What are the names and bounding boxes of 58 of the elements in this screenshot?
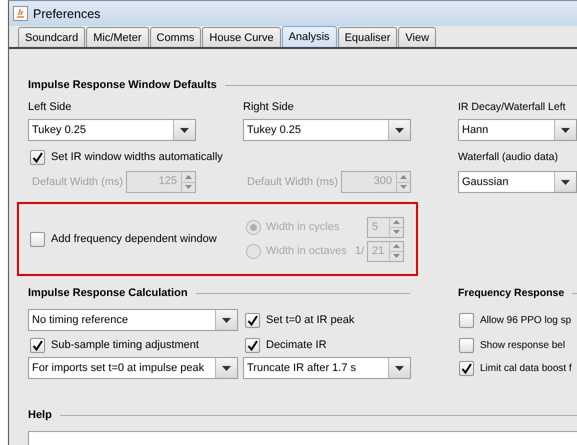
tab[interactable]: Analysis: [282, 26, 337, 47]
up-arrow-icon[interactable]: [393, 220, 400, 224]
caret-icon: [222, 318, 231, 322]
tab[interactable]: Mic/Meter: [86, 27, 148, 47]
section-title: Help: [28, 409, 52, 421]
caret-icon: [222, 366, 231, 370]
field-label: Right Side: [243, 101, 295, 113]
window-title: Preferences: [33, 6, 100, 20]
field-label: IR Decay/Waterfall Left: [458, 101, 567, 113]
field-label: Left Side: [28, 101, 72, 113]
checkbox[interactable]: [30, 338, 45, 352]
tab[interactable]: Soundcard: [18, 27, 86, 47]
section-title: Impulse Response Window Defaults: [28, 79, 217, 91]
section-title: Frequency Response: [458, 287, 564, 299]
checkbox-label: Sub-sample timing adjustment: [51, 339, 199, 351]
checkbox[interactable]: [459, 338, 474, 352]
checkbox[interactable]: [30, 150, 45, 164]
caret-icon: [180, 128, 189, 132]
checkbox[interactable]: [245, 338, 260, 352]
checkbox-label: Allow 96 PPO log sp: [480, 314, 572, 326]
section-title: Impulse Response Calculation: [28, 287, 188, 299]
dropdown[interactable]: Tukey 0.25: [28, 119, 196, 141]
down-arrow-icon[interactable]: [393, 230, 400, 234]
dropdown[interactable]: Tukey 0.25: [243, 119, 411, 141]
tab[interactable]: Equaliser: [338, 27, 398, 47]
down-arrow-icon[interactable]: [393, 254, 400, 258]
checkbox-label: Limit cal data boost f: [480, 362, 572, 374]
checkbox-label: Decimate IR: [266, 339, 327, 351]
down-arrow-icon[interactable]: [185, 185, 192, 190]
dropdown[interactable]: No timing reference: [28, 309, 238, 331]
field-label: Default Width (ms): [247, 176, 338, 188]
checkbox[interactable]: [459, 360, 474, 376]
checkbox[interactable]: [245, 312, 260, 328]
tab[interactable]: Comms: [150, 27, 202, 47]
checkbox[interactable]: [30, 232, 45, 246]
app-icon: [13, 6, 28, 21]
checkbox-label: Set t=0 at IR peak: [266, 314, 354, 326]
caret-icon: [395, 128, 404, 132]
radio-label: Width in cycles: [266, 221, 340, 233]
caret-icon: [395, 366, 404, 370]
checkbox-label: Add frequency dependent window: [51, 233, 217, 245]
caret-icon: [561, 180, 570, 184]
dropdown[interactable]: Hann: [458, 119, 577, 141]
radio-label: Width in octaves: [266, 245, 347, 257]
checkbox-label: Show response bel: [480, 340, 566, 350]
field-label: 1/: [355, 245, 366, 257]
caret-icon: [561, 128, 570, 132]
field-label: Waterfall (audio data): [458, 151, 559, 163]
checkbox-label: Set IR window widths automatically: [51, 151, 223, 163]
down-arrow-icon[interactable]: [400, 185, 407, 190]
dropdown[interactable]: For imports set t=0 at impulse peak: [28, 357, 238, 379]
tab[interactable]: House Curve: [202, 27, 281, 47]
tab[interactable]: View: [398, 27, 436, 47]
dropdown[interactable]: Truncate IR after 1.7 s: [243, 357, 411, 379]
dropdown[interactable]: Gaussian: [458, 171, 577, 193]
up-arrow-icon[interactable]: [393, 244, 400, 248]
checkbox[interactable]: [459, 312, 474, 328]
field-label: Default Width (ms): [32, 176, 124, 188]
